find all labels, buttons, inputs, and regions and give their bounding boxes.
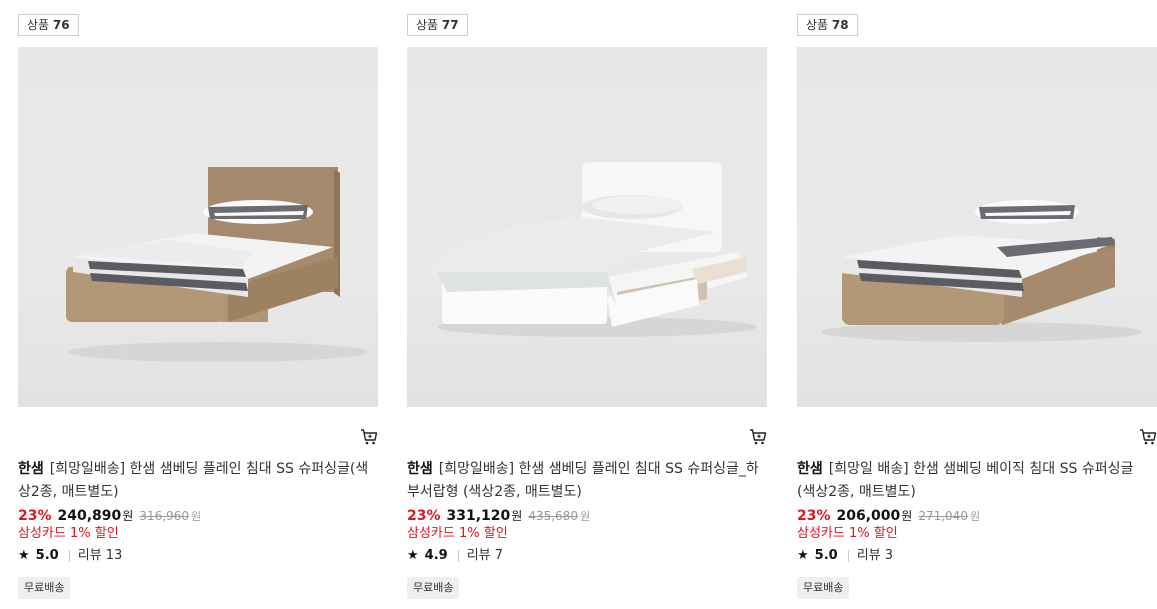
- price-row: 23% 331,120원 435,680 원: [407, 506, 590, 527]
- rating-row: ★ 5.0 리뷰 3: [797, 547, 893, 565]
- product-card-76[interactable]: 상품 76 한샘 [희망일배송] 한샘 샘베딩 플레인 침대 SS 슈퍼싱글(색…: [18, 0, 378, 609]
- sale-price: 240,890: [57, 508, 122, 524]
- currency: 원: [901, 509, 913, 523]
- price-row: 23% 206,000원 271,040 원: [797, 506, 980, 527]
- price-row: 23% 240,890원 316,960 원: [18, 506, 201, 527]
- product-card-78[interactable]: 상품 78 한샘 [희망일 배송] 한샘 샘베딩 베이직 침대 SS 슈퍼싱글 …: [797, 0, 1157, 609]
- product-name: [희망일배송] 한샘 샘베딩 플레인 침대 SS 슈퍼싱글(색상2종, 매트별도…: [18, 461, 369, 500]
- product-title[interactable]: 한샘 [희망일배송] 한샘 샘베딩 플레인 침대 SS 슈퍼싱글(색상2종, 매트…: [18, 458, 373, 504]
- original-currency: 원: [579, 510, 591, 523]
- product-title[interactable]: 한샘 [희망일배송] 한샘 샘베딩 플레인 침대 SS 슈퍼싱글_하부서랍형 (색…: [407, 458, 762, 504]
- sale-price: 206,000: [836, 508, 901, 524]
- divider: [847, 550, 849, 562]
- brand-name: 한샘: [407, 461, 433, 477]
- rating-row: ★ 4.9 리뷰 7: [407, 547, 503, 565]
- sale-price: 331,120: [446, 508, 511, 524]
- discount-rate: 23%: [18, 508, 52, 524]
- currency: 원: [511, 509, 523, 523]
- bed-wood-headboard-illustration: [66, 167, 368, 362]
- product-card-77[interactable]: 상품 77 한샘 [희망일배송] 한샘 샘베딩 플레인 침대 SS 슈퍼싱글_하…: [407, 0, 767, 609]
- product-title[interactable]: 한샘 [희망일 배송] 한샘 샘베딩 베이직 침대 SS 슈퍼싱글 (색상2종, …: [797, 458, 1152, 504]
- product-badge: 상품 78: [797, 14, 858, 36]
- currency: 원: [122, 509, 134, 523]
- badge-number: 78: [831, 18, 849, 32]
- discount-rate: 23%: [797, 508, 831, 524]
- rating-score: 5.0: [814, 548, 838, 563]
- star-icon: ★: [18, 548, 30, 563]
- product-badge: 상품 76: [18, 14, 79, 36]
- rating-score: 4.9: [424, 548, 448, 563]
- card-discount: 삼성카드 1% 할인: [407, 526, 508, 541]
- review-count: 리뷰 13: [77, 548, 123, 563]
- review-count: 리뷰 7: [466, 548, 504, 563]
- card-discount: 삼성카드 1% 할인: [18, 526, 119, 541]
- product-name: [희망일배송] 한샘 샘베딩 플레인 침대 SS 슈퍼싱글_하부서랍형 (색상2…: [407, 461, 759, 500]
- original-price: 271,040: [918, 509, 968, 523]
- cart-icon: [361, 429, 378, 445]
- star-icon: ★: [797, 548, 809, 563]
- free-shipping-badge: 무료배송: [18, 577, 71, 599]
- cart-icon: [1140, 429, 1157, 445]
- add-to-cart-button[interactable]: [749, 428, 767, 446]
- free-shipping-badge: 무료배송: [797, 577, 850, 599]
- card-discount: 삼성카드 1% 할인: [797, 526, 898, 541]
- free-shipping-badge: 무료배송: [407, 577, 460, 599]
- add-to-cart-button[interactable]: [360, 428, 378, 446]
- rating-row: ★ 5.0 리뷰 13: [18, 547, 122, 565]
- product-image[interactable]: [18, 47, 378, 407]
- badge-number: 76: [52, 18, 70, 32]
- rating-score: 5.0: [35, 548, 59, 563]
- cart-icon: [750, 429, 767, 445]
- bed-white-drawer-illustration: [432, 162, 757, 337]
- product-image[interactable]: [407, 47, 767, 407]
- product-name: [희망일 배송] 한샘 샘베딩 베이직 침대 SS 슈퍼싱글 (색상2종, 매트…: [797, 461, 1134, 500]
- badge-label: 상품: [806, 18, 829, 32]
- brand-name: 한샘: [797, 461, 823, 477]
- product-image[interactable]: [797, 47, 1157, 407]
- discount-rate: 23%: [407, 508, 441, 524]
- review-count: 리뷰 3: [856, 548, 894, 563]
- product-badge: 상품 77: [407, 14, 468, 36]
- original-price: 316,960: [139, 509, 189, 523]
- badge-label: 상품: [27, 18, 50, 32]
- divider: [68, 550, 70, 562]
- star-icon: ★: [407, 548, 419, 563]
- badge-number: 77: [441, 18, 459, 32]
- bed-wood-basic-illustration: [822, 200, 1142, 342]
- original-currency: 원: [969, 510, 981, 523]
- original-price: 435,680: [528, 509, 578, 523]
- add-to-cart-button[interactable]: [1139, 428, 1157, 446]
- original-currency: 원: [190, 510, 202, 523]
- brand-name: 한샘: [18, 461, 44, 477]
- badge-label: 상품: [416, 18, 439, 32]
- divider: [457, 550, 459, 562]
